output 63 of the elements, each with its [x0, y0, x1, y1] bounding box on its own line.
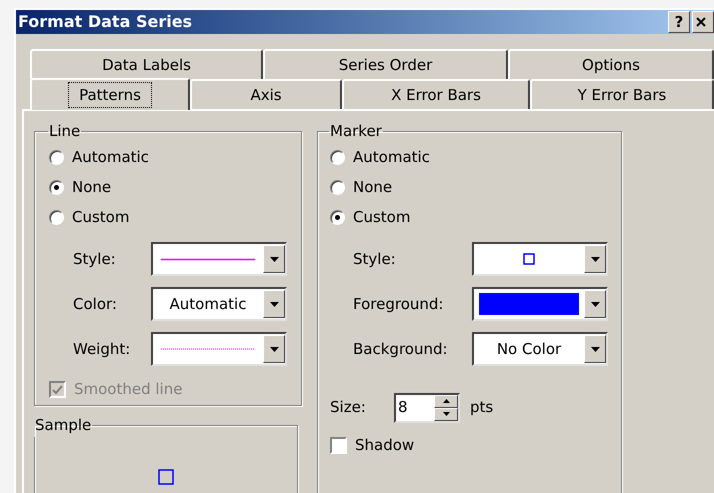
- field-label: Style:: [73, 248, 117, 270]
- dropdown-arrow-button[interactable]: [584, 290, 606, 318]
- size-spinner[interactable]: 8: [394, 392, 460, 422]
- group-title: Sample: [34, 415, 92, 436]
- up-arrow-icon: [442, 399, 450, 403]
- caret-icon: [270, 256, 278, 262]
- caret-icon: [590, 346, 600, 352]
- help-button[interactable]: ?: [668, 11, 690, 33]
- radio-label: Custom: [72, 207, 130, 228]
- group-title: Marker: [329, 121, 383, 142]
- size-unit: pts: [470, 397, 494, 418]
- checkbox[interactable]: [330, 437, 347, 454]
- field-label: Color:: [73, 294, 118, 315]
- radio-label: None: [353, 177, 392, 198]
- group-title: Line: [48, 121, 82, 142]
- dropdown[interactable]: [472, 242, 608, 276]
- dropdown-value: No Color: [496, 338, 562, 360]
- tab[interactable]: Axis: [190, 79, 342, 109]
- field-label: Foreground:: [353, 294, 444, 315]
- size-label: Size:: [330, 397, 367, 418]
- dropdown-arrow-button[interactable]: [263, 335, 285, 363]
- window-title: Format Data Series: [18, 11, 194, 33]
- radio-label: Custom: [353, 207, 410, 228]
- close-button[interactable]: [692, 11, 714, 33]
- dropdown[interactable]: [151, 242, 287, 276]
- caret-icon: [590, 302, 600, 306]
- tab[interactable]: Y Error Bars: [530, 79, 714, 109]
- spin-up-button[interactable]: [434, 394, 458, 408]
- caret-icon: [270, 302, 278, 306]
- radio-button[interactable]: [330, 150, 345, 165]
- radio-button[interactable]: [330, 210, 345, 225]
- checkbox-label: Shadow: [355, 435, 414, 456]
- caret-icon: [270, 346, 278, 352]
- radio-label: None: [72, 177, 112, 198]
- tab[interactable]: Data Labels: [30, 49, 263, 79]
- dropdown[interactable]: [151, 332, 287, 366]
- tab[interactable]: Series Order: [263, 49, 508, 79]
- field-label: Weight:: [73, 338, 132, 360]
- caret-icon: [590, 256, 600, 262]
- tab[interactable]: Options: [508, 49, 714, 79]
- radio-label: Automatic: [353, 147, 430, 168]
- radio-button[interactable]: [49, 210, 64, 225]
- dropdown-arrow-button[interactable]: [263, 290, 285, 318]
- radio-button[interactable]: [49, 150, 64, 165]
- down-arrow-icon: [442, 412, 450, 416]
- radio-label: Automatic: [72, 147, 149, 168]
- tab[interactable]: X Error Bars: [342, 79, 530, 109]
- dropdown[interactable]: Automatic: [151, 287, 287, 321]
- close-icon: [696, 17, 706, 27]
- dropdown-arrow-button[interactable]: [584, 335, 606, 363]
- tab[interactable]: Patterns: [30, 78, 190, 110]
- dropdown[interactable]: [472, 287, 608, 321]
- dropdown-arrow-button[interactable]: [263, 245, 285, 273]
- field-label: Style:: [353, 248, 397, 270]
- spin-down-button[interactable]: [434, 408, 458, 420]
- checkbox-label: Smoothed line: [74, 379, 182, 400]
- size-value: 8: [397, 397, 409, 418]
- dropdown[interactable]: No Color: [472, 332, 608, 366]
- dropdown-value: Automatic: [170, 294, 246, 315]
- radio-button[interactable]: [49, 180, 64, 195]
- radio-button[interactable]: [330, 180, 345, 195]
- dropdown-arrow-button[interactable]: [584, 245, 606, 273]
- field-label: Background:: [353, 338, 449, 360]
